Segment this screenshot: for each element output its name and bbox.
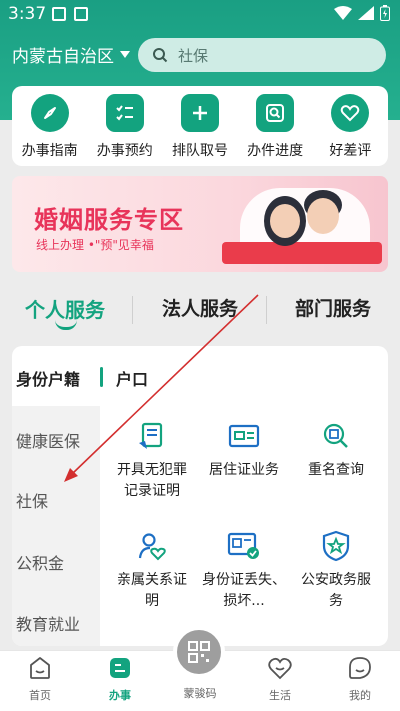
progress-search-icon bbox=[256, 94, 295, 132]
id-card-icon bbox=[227, 420, 261, 452]
tab-indicator bbox=[55, 320, 77, 330]
marriage-banner[interactable]: 婚姻服务专区 线上办理 •"预"见幸福 bbox=[12, 176, 388, 272]
subcategory-title: 户口 bbox=[116, 370, 149, 389]
bride-face-illustration bbox=[270, 204, 300, 238]
tab-personal-service[interactable]: 个人服务 bbox=[25, 294, 105, 323]
service-item[interactable]: 居住证业务 bbox=[200, 420, 288, 481]
quick-actions: 办事指南 办事预约 排队取号 办件进度 好差评 bbox=[12, 86, 388, 166]
home-icon bbox=[30, 657, 50, 679]
category-sidebar: 健康医保 社保 公积金 教育就业 bbox=[12, 406, 100, 646]
nav-profile[interactable]: 我的 bbox=[330, 655, 390, 703]
tab-divider bbox=[132, 296, 133, 324]
quick-action-appointment[interactable]: 办事预约 bbox=[89, 94, 161, 166]
service-content: 身份户籍 户口 健康医保 社保 公积金 教育就业 开具无犯罪记录证明 居住证业务… bbox=[12, 346, 388, 646]
nav-service[interactable]: 办事 bbox=[90, 655, 150, 703]
status-bar: 3:37 bbox=[0, 0, 400, 30]
tab-department-service[interactable]: 部门服务 bbox=[295, 294, 371, 321]
service-item[interactable]: 公安政务服务 bbox=[292, 530, 380, 612]
qr-code-icon bbox=[188, 641, 210, 663]
life-heart-icon bbox=[268, 657, 292, 680]
checklist-icon bbox=[105, 94, 144, 132]
quick-action-guide[interactable]: 办事指南 bbox=[14, 94, 86, 166]
sidebar-item-housing-fund[interactable]: 公积金 bbox=[16, 550, 64, 574]
search-input[interactable]: 社保 bbox=[138, 38, 386, 72]
caret-down-icon bbox=[120, 51, 130, 58]
qr-code-button[interactable] bbox=[173, 626, 225, 678]
relation-heart-icon bbox=[135, 530, 169, 562]
service-item[interactable]: 亲属关系证明 bbox=[108, 530, 196, 612]
search-placeholder: 社保 bbox=[178, 46, 209, 65]
sidebar-item-social-security[interactable]: 社保 bbox=[16, 488, 48, 512]
banner-subtitle: 线上办理 •"预"见幸福 bbox=[36, 238, 154, 252]
region-label: 内蒙古自治区 bbox=[12, 47, 114, 67]
sidebar-item-education[interactable]: 教育就业 bbox=[16, 611, 80, 635]
service-item[interactable]: 开具无犯罪记录证明 bbox=[108, 420, 196, 502]
category-title[interactable]: 身份户籍 bbox=[16, 366, 80, 390]
wifi-icon bbox=[334, 6, 352, 20]
quick-action-queue[interactable]: 排队取号 bbox=[164, 94, 236, 166]
app-notification-icon bbox=[74, 7, 88, 21]
status-icons bbox=[334, 5, 390, 21]
nav-qr-code[interactable]: 蒙骏码 bbox=[170, 679, 230, 701]
nav-life[interactable]: 生活 bbox=[250, 655, 310, 703]
image-notification-icon bbox=[52, 7, 66, 21]
profile-icon bbox=[349, 657, 371, 679]
search-icon bbox=[153, 48, 168, 63]
heart-rating-icon bbox=[331, 94, 370, 132]
battery-icon bbox=[380, 5, 390, 21]
nav-home[interactable]: 首页 bbox=[10, 655, 70, 703]
tab-divider bbox=[266, 296, 267, 324]
compass-icon bbox=[30, 94, 69, 132]
name-search-icon bbox=[319, 420, 353, 452]
groom-face-illustration bbox=[307, 198, 339, 234]
region-selector[interactable]: 内蒙古自治区 bbox=[12, 42, 130, 67]
subcategory-marker bbox=[100, 367, 103, 387]
signal-icon bbox=[358, 6, 374, 20]
service-tabs: 个人服务 法人服务 部门服务 bbox=[0, 290, 400, 340]
service-item[interactable]: 重名查询 bbox=[292, 420, 380, 481]
service-icon bbox=[110, 658, 130, 678]
banner-title: 婚姻服务专区 bbox=[34, 206, 184, 234]
status-time: 3:37 bbox=[8, 4, 47, 24]
ribbon-illustration bbox=[222, 242, 382, 264]
quick-action-rating[interactable]: 好差评 bbox=[314, 94, 386, 166]
tab-corporate-service[interactable]: 法人服务 bbox=[162, 294, 238, 321]
certificate-icon bbox=[135, 420, 169, 452]
sidebar-item-health[interactable]: 健康医保 bbox=[16, 428, 80, 452]
id-card-check-icon bbox=[227, 530, 261, 562]
service-item[interactable]: 身份证丢失、损坏... bbox=[200, 530, 288, 612]
plus-icon bbox=[180, 94, 219, 132]
police-shield-icon bbox=[319, 530, 353, 562]
quick-action-progress[interactable]: 办件进度 bbox=[239, 94, 311, 166]
